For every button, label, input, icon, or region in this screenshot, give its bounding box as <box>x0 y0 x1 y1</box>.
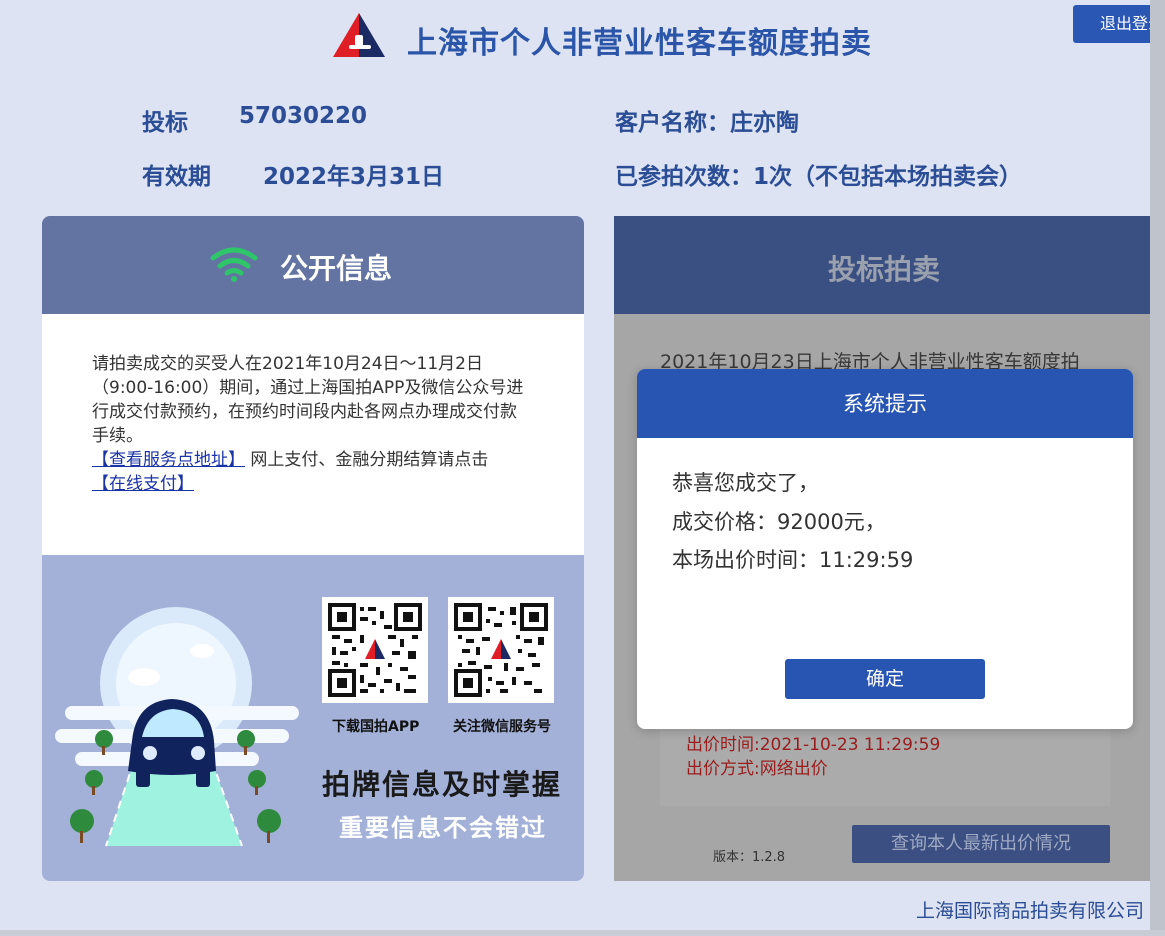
bid-number: 57030220 <box>239 103 368 129</box>
public-info-header: 公开信息 <box>42 216 584 314</box>
dialog-congrats-text: 恭喜您成交了， <box>672 471 819 495</box>
dialog-title: 系统提示 <box>637 369 1133 438</box>
wifi-icon <box>210 247 258 282</box>
notice-box: 请拍卖成交的买受人在2021年10月24日～11月2日（9:00-16:00）期… <box>42 314 584 555</box>
qr-code-app <box>322 597 428 703</box>
promo-subline: 重要信息不会错过 <box>339 814 547 842</box>
qr-code-icon <box>454 603 548 697</box>
logo-icon <box>333 13 385 57</box>
company-name: 上海国际商品拍卖有限公司 <box>916 900 1145 922</box>
notice-text-block: 请拍卖成交的买受人在2021年10月24日～11月2日（9:00-16:00）期… <box>92 352 532 496</box>
query-latest-bid-button[interactable]: 查询本人最新出价情况 <box>852 825 1110 863</box>
scrollbar[interactable] <box>1150 0 1165 936</box>
customer-name: 庄亦陶 <box>730 110 799 136</box>
promo-headline: 拍牌信息及时掌握 <box>322 768 563 801</box>
bidding-header: 投标拍卖 <box>614 216 1150 314</box>
dialog-price-text: 成交价格：92000元， <box>672 510 886 534</box>
car-illustration <box>55 607 299 847</box>
confirm-button[interactable]: 确定 <box>785 659 985 699</box>
public-info-title: 公开信息 <box>280 252 393 285</box>
bottom-divider <box>0 930 1165 936</box>
public-info-panel: 公开信息 请拍卖成交的买受人在2021年10月24日～11月2日（9:00-16… <box>42 216 584 881</box>
valid-date: 2022年3月31日 <box>263 164 445 190</box>
bid-time: 出价时间:2021-10-23 11:29:59 <box>686 735 941 755</box>
qr-code-icon <box>328 603 422 697</box>
dialog-bid-time-text: 本场出价时间：11:29:59 <box>672 548 914 572</box>
qr-code-wechat <box>448 597 554 703</box>
valid-date-row: 有效期 2022年3月31日 <box>142 157 444 191</box>
customer-row: 客户名称：庄亦陶 <box>615 103 799 137</box>
online-pay-link[interactable]: 【在线支付】 <box>92 474 194 494</box>
notice-text: 请拍卖成交的买受人在2021年10月24日～11月2日（9:00-16:00）期… <box>92 354 524 446</box>
system-prompt-dialog: 系统提示 恭喜您成交了， 成交价格：92000元， 本场出价时间：11:29:5… <box>637 369 1133 729</box>
valid-label: 有效期 <box>142 164 211 190</box>
bid-label: 投标 <box>142 110 188 136</box>
site-title: 上海市个人非营业性客车额度拍卖 <box>407 26 872 61</box>
bid-number-row: 投标 57030220 <box>142 103 367 137</box>
qr-wechat-caption: 关注微信服务号 <box>453 719 551 735</box>
version-label: 版本：1.2.8 <box>713 850 786 865</box>
bidding-title: 投标拍卖 <box>828 253 941 286</box>
service-location-link[interactable]: 【查看服务点地址】 <box>92 450 245 470</box>
bid-method: 出价方式:网络出价 <box>686 759 828 779</box>
online-pay-hint: 网上支付、金融分期结算请点击 <box>245 450 489 470</box>
qr-app-caption: 下载国拍APP <box>332 719 420 735</box>
header: 上海市个人非营业性客车额度拍卖 退出登录 <box>0 0 1165 80</box>
customer-label: 客户名称： <box>615 110 730 136</box>
attempts-info: 已参拍次数：1次（不包括本场拍卖会） <box>615 164 1023 190</box>
